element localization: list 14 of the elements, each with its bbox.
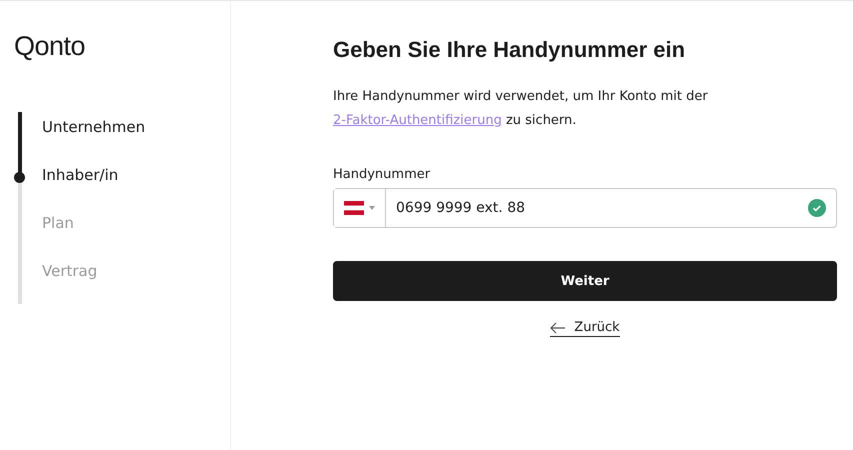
back-link[interactable]: Zurück — [550, 320, 620, 337]
phone-field[interactable]: 0699 9999 ext. 88 — [333, 188, 837, 228]
description: Ihre Handynummer wird verwendet, um Ihr Konto mit der 2-Faktor-Authentifizierung zu sichern. — [333, 88, 709, 130]
step-label[interactable]: Unternehmen — [25, 112, 146, 136]
step-label[interactable]: Inhaber/in — [25, 160, 118, 184]
logo: Qonto — [14, 31, 86, 62]
flag-icon — [344, 201, 364, 215]
country-select[interactable] — [334, 189, 386, 227]
arrow-icon — [550, 322, 566, 334]
phone-input[interactable]: 0699 9999 ext. 88 — [386, 200, 808, 216]
page-heading: Geben Sie Ihre Handynummer ein — [333, 37, 686, 63]
caret-icon — [369, 206, 375, 210]
continue-button[interactable]: Weiter — [333, 261, 837, 301]
field-label: Handynummer — [333, 167, 430, 182]
